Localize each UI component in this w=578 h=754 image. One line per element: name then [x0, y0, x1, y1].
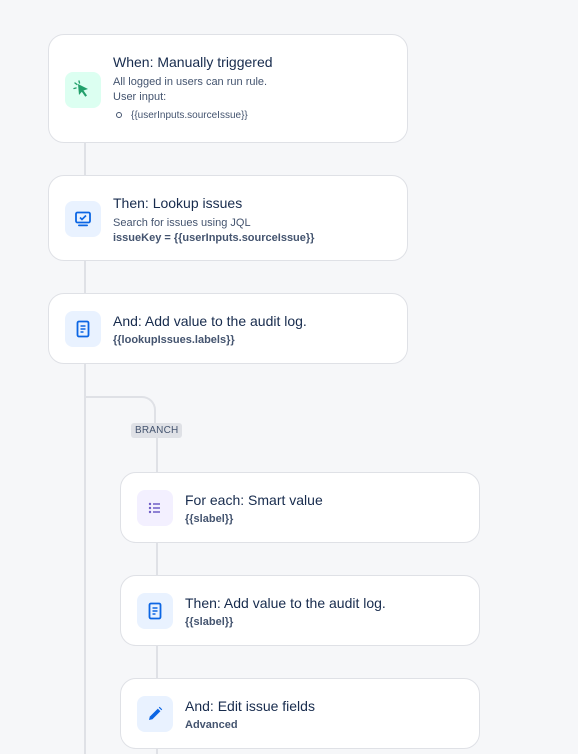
audit-log-value: {{lookupIssues.labels}}	[113, 334, 235, 346]
cursor-click-icon	[73, 80, 88, 97]
branch-audit-icon-box	[137, 593, 173, 629]
pencil-icon	[149, 706, 163, 720]
lookup-jql: issueKey = {{userInputs.sourceIssue}}	[113, 232, 315, 244]
for-each-card[interactable]: For each: Smart value {{slabel}}	[120, 472, 480, 543]
lookup-title: Then: Lookup issues	[113, 195, 243, 211]
edit-issue-mode: Advanced	[185, 719, 238, 731]
audit-log-title: And: Add value to the audit log.	[113, 313, 307, 329]
monitor-check-icon	[75, 211, 91, 227]
for-each-title: For each: Smart value	[185, 492, 323, 508]
trigger-user-input-value: {{userInputs.sourceIssue}}	[131, 110, 248, 121]
trigger-user-input-label: User input:	[113, 91, 167, 103]
lookup-description: Search for issues using JQL	[113, 217, 251, 229]
branch-badge: BRANCH	[131, 423, 183, 438]
edit-issue-icon-box	[137, 696, 173, 732]
branch-audit-log-value: {{slabel}}	[185, 616, 234, 628]
branch-audit-log-card[interactable]: Then: Add value to the audit log. {{slab…	[120, 575, 480, 646]
trigger-card[interactable]: When: Manually triggered All logged in u…	[48, 34, 408, 143]
list-icon	[148, 502, 160, 514]
document-icon	[76, 320, 90, 338]
document-icon	[148, 602, 162, 620]
for-each-icon-box	[137, 490, 173, 526]
edit-issue-title: And: Edit issue fields	[185, 698, 315, 714]
bullet-dot	[116, 112, 122, 118]
edit-issue-card[interactable]: And: Edit issue fields Advanced	[120, 678, 480, 749]
audit-log-card[interactable]: And: Add value to the audit log. {{looku…	[48, 293, 408, 364]
audit-icon-box	[65, 311, 101, 347]
branch-audit-log-title: Then: Add value to the audit log.	[185, 595, 386, 611]
trigger-icon-box	[65, 72, 101, 108]
trigger-title: When: Manually triggered	[113, 54, 273, 70]
trigger-permission-text: All logged in users can run rule.	[113, 76, 268, 88]
for-each-value: {{slabel}}	[185, 513, 234, 525]
lookup-issues-card[interactable]: Then: Lookup issues Search for issues us…	[48, 175, 408, 261]
lookup-icon-box	[65, 201, 101, 237]
